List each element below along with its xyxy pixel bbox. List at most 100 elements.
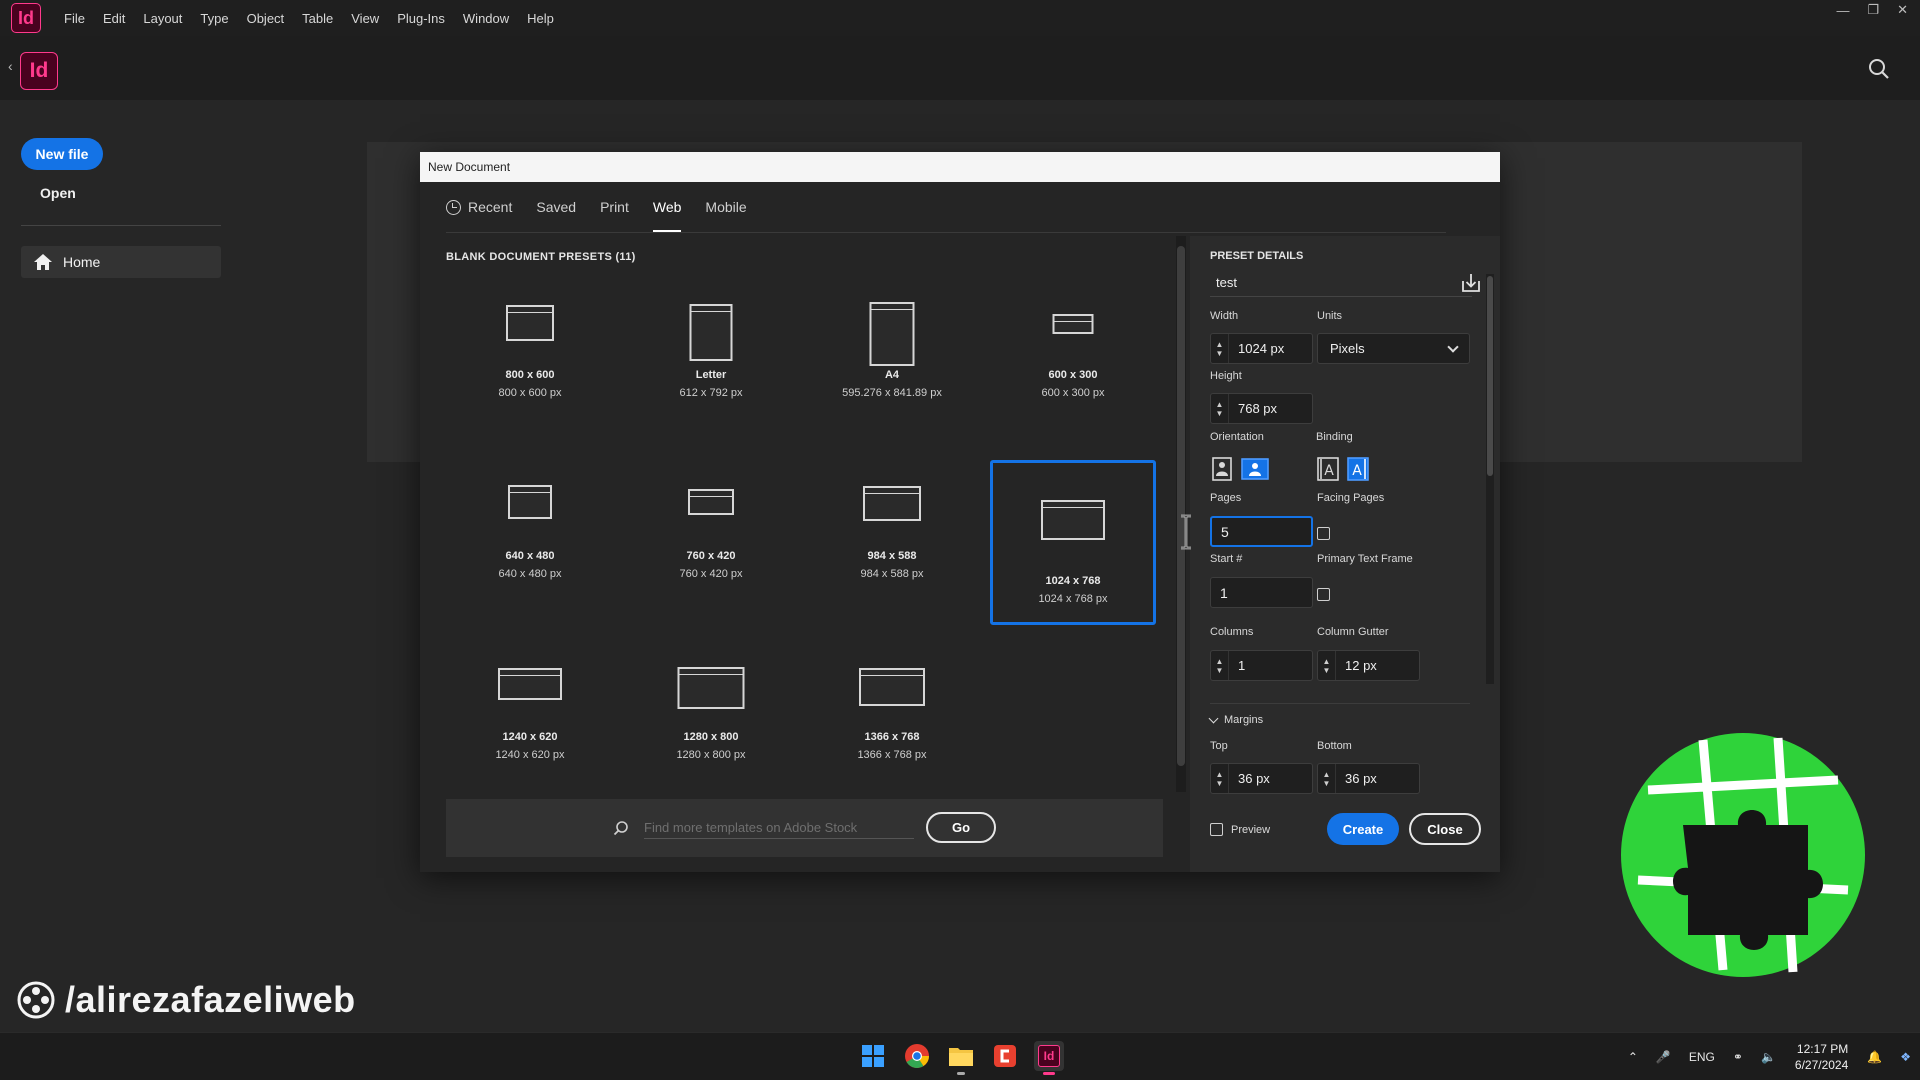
clipchamp-logo-icon: [994, 1045, 1016, 1067]
margins-toggle[interactable]: Margins: [1208, 713, 1263, 726]
file-explorer-icon[interactable]: [946, 1041, 976, 1075]
preset-dims: 1240 x 620 px: [495, 749, 565, 761]
svg-text:A: A: [1324, 463, 1334, 479]
tab-recent[interactable]: Recent: [446, 182, 512, 232]
facing-pages-checkbox[interactable]: [1317, 527, 1330, 540]
columns-stepper[interactable]: ▲ ▼ 1: [1210, 650, 1313, 681]
preset-card[interactable]: 1240 x 620 1240 x 620 px: [447, 634, 613, 799]
menu-plugins[interactable]: Plug-Ins: [388, 11, 454, 26]
details-scrollbar[interactable]: [1486, 274, 1494, 684]
width-value[interactable]: 1024 px: [1229, 341, 1284, 356]
menu-file[interactable]: File: [55, 11, 94, 26]
stepper-arrows-icon[interactable]: ▲ ▼: [1211, 764, 1229, 793]
units-select[interactable]: Pixels: [1317, 333, 1470, 364]
preview-checkbox[interactable]: [1210, 823, 1223, 836]
bottom-margin-value[interactable]: 36 px: [1336, 771, 1377, 786]
preset-card[interactable]: 1280 x 800 1280 x 800 px: [628, 634, 794, 799]
stepper-arrows-icon[interactable]: ▲ ▼: [1211, 651, 1229, 680]
landscape-orientation-icon[interactable]: [1241, 457, 1269, 481]
menu-layout[interactable]: Layout: [134, 11, 191, 26]
top-margin-value[interactable]: 36 px: [1229, 771, 1270, 786]
preset-card[interactable]: 600 x 300 600 x 300 px: [990, 272, 1156, 437]
preview-toggle[interactable]: Preview: [1210, 823, 1270, 836]
folder-icon: [949, 1048, 973, 1066]
go-button[interactable]: Go: [926, 812, 996, 843]
tab-print[interactable]: Print: [600, 182, 629, 232]
menu-type[interactable]: Type: [191, 11, 237, 26]
search-icon[interactable]: [1868, 58, 1890, 80]
notification-icon[interactable]: 🔔: [1867, 1050, 1882, 1064]
tab-saved[interactable]: Saved: [536, 182, 576, 232]
preset-card[interactable]: 1366 x 768 1366 x 768 px: [809, 634, 975, 799]
close-button[interactable]: Close: [1409, 813, 1481, 845]
preset-name-input[interactable]: test: [1210, 269, 1472, 297]
left-to-right-binding-icon[interactable]: A: [1316, 457, 1340, 481]
preset-card[interactable]: Letter 612 x 792 px: [628, 272, 794, 437]
search-icon: [613, 821, 628, 836]
minimize-icon[interactable]: —: [1836, 3, 1849, 18]
preset-card[interactable]: 640 x 480 640 x 480 px: [447, 453, 613, 618]
copilot-icon[interactable]: ❖: [1900, 1050, 1911, 1064]
language-indicator[interactable]: ENG: [1689, 1050, 1715, 1064]
save-preset-icon[interactable]: [1460, 272, 1482, 294]
menu-edit[interactable]: Edit: [94, 11, 134, 26]
windows-start-icon[interactable]: [858, 1041, 888, 1071]
close-icon[interactable]: ✕: [1897, 2, 1908, 18]
preset-card-selected[interactable]: 1024 x 768 1024 x 768 px: [990, 460, 1156, 625]
network-icon[interactable]: ⚭: [1733, 1050, 1743, 1064]
stepper-arrows-icon[interactable]: ▲ ▼: [1211, 334, 1229, 363]
stepper-arrows-icon[interactable]: ▲ ▼: [1211, 394, 1229, 423]
microphone-icon[interactable]: 🎤: [1656, 1050, 1671, 1064]
open-button[interactable]: Open: [40, 185, 76, 201]
right-to-left-binding-icon[interactable]: A: [1346, 457, 1370, 481]
tab-mobile[interactable]: Mobile: [705, 182, 746, 232]
indesign-icon[interactable]: Id: [1034, 1041, 1064, 1075]
stepper-arrows-icon[interactable]: ▲ ▼: [1318, 764, 1336, 793]
chrome-icon[interactable]: [902, 1041, 932, 1071]
preset-card[interactable]: 984 x 588 984 x 588 px: [809, 453, 975, 618]
width-stepper[interactable]: ▲ ▼ 1024 px: [1210, 333, 1313, 364]
taskbar-clock[interactable]: 12:17 PM 6/27/2024: [1795, 1041, 1848, 1073]
volume-icon[interactable]: 🔈: [1761, 1050, 1776, 1064]
menu-table[interactable]: Table: [293, 11, 342, 26]
portrait-orientation-icon[interactable]: [1210, 457, 1234, 481]
preset-card[interactable]: 760 x 420 760 x 420 px: [628, 453, 794, 618]
tab-label: Saved: [536, 199, 577, 215]
start-number-input[interactable]: 1: [1210, 577, 1313, 608]
scrollbar-thumb[interactable]: [1487, 276, 1493, 476]
clipchamp-icon[interactable]: [990, 1041, 1020, 1071]
stock-search-input[interactable]: Find more templates on Adobe Stock: [644, 817, 914, 839]
column-gutter-value[interactable]: 12 px: [1336, 658, 1377, 673]
taskbar: Id ⌃ 🎤 ENG ⚭ 🔈 12:17 PM 6/27/2024 🔔 ❖: [0, 1032, 1920, 1080]
pages-input[interactable]: 5: [1210, 516, 1313, 547]
stepper-arrows-icon[interactable]: ▲ ▼: [1318, 651, 1336, 680]
create-button[interactable]: Create: [1327, 813, 1399, 845]
preset-card[interactable]: A4 595.276 x 841.89 px: [809, 272, 975, 437]
back-chevron-icon[interactable]: ‹: [8, 58, 13, 74]
web-page-icon: [508, 485, 552, 519]
puzzle-logo-icon: [1621, 733, 1865, 977]
columns-label: Columns: [1210, 626, 1254, 638]
web-page-icon: [688, 489, 734, 515]
tab-web[interactable]: Web: [652, 182, 681, 232]
web-page-icon: [1041, 500, 1105, 540]
sidebar-item-home[interactable]: Home: [21, 246, 221, 278]
columns-value[interactable]: 1: [1229, 658, 1245, 673]
bottom-margin-stepper[interactable]: ▲ ▼ 36 px: [1317, 763, 1420, 794]
chevron-up-icon[interactable]: ⌃: [1628, 1050, 1638, 1064]
menu-window[interactable]: Window: [454, 11, 518, 26]
primary-text-frame-checkbox[interactable]: [1317, 588, 1330, 601]
height-value[interactable]: 768 px: [1229, 401, 1277, 416]
new-file-button[interactable]: New file: [21, 138, 103, 170]
preset-card[interactable]: 800 x 600 800 x 600 px: [447, 272, 613, 437]
height-stepper[interactable]: ▲ ▼ 768 px: [1210, 393, 1313, 424]
menu-help[interactable]: Help: [518, 11, 563, 26]
menu-view[interactable]: View: [342, 11, 388, 26]
preset-details-panel: PRESET DETAILS test Width ▲ ▼ 1024 px Uni…: [1190, 236, 1500, 872]
menu-object[interactable]: Object: [238, 11, 294, 26]
indesign-logo[interactable]: Id: [11, 3, 41, 33]
restore-icon[interactable]: ❐: [1867, 2, 1879, 18]
column-gutter-stepper[interactable]: ▲ ▼ 12 px: [1317, 650, 1420, 681]
top-margin-stepper[interactable]: ▲ ▼ 36 px: [1210, 763, 1313, 794]
scrollbar-thumb[interactable]: [1177, 246, 1185, 766]
